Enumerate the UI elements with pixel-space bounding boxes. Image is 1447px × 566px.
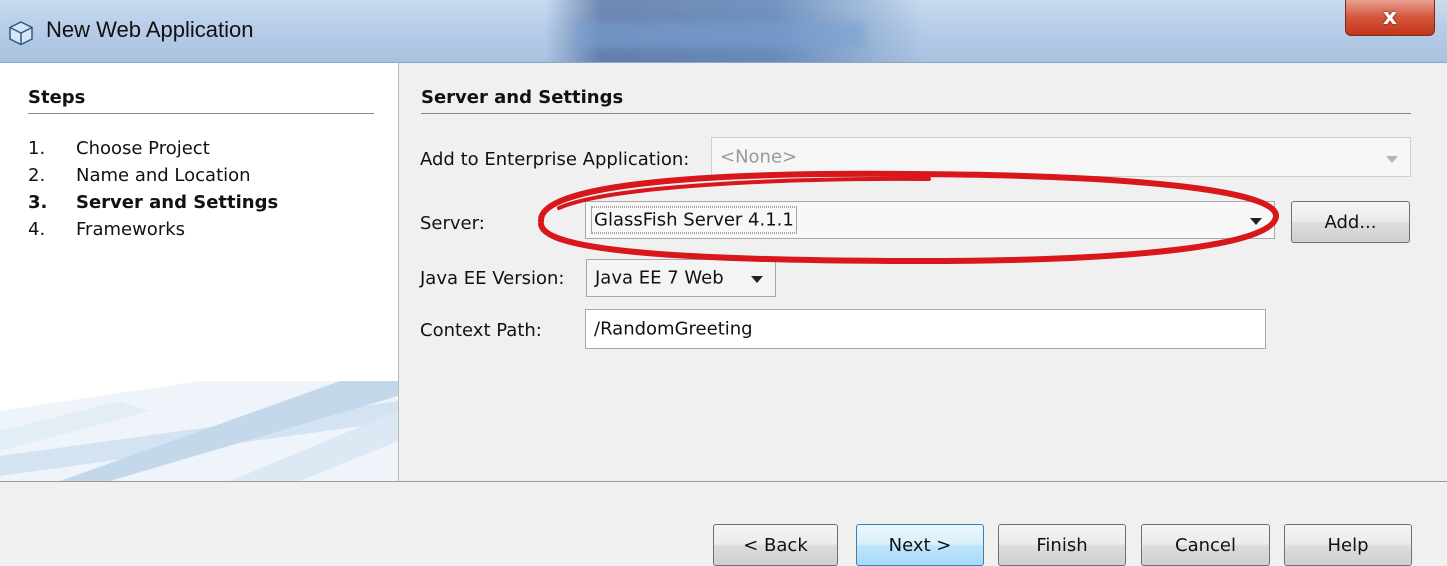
context-path-value: /RandomGreeting [594,318,753,340]
enterprise-application-select[interactable]: <None> [711,137,1411,177]
step-number: 1. [28,138,46,159]
step-number: 3. [28,192,48,213]
section-title: Server and Settings [421,87,624,108]
step-label: Name and Location [76,165,251,186]
main-panel: Server and Settings Add to Enterprise Ap… [399,63,1447,481]
section-divider [421,113,1411,114]
step-number: 2. [28,165,46,186]
steps-heading: Steps [28,87,86,108]
server-value: GlassFish Server 4.1.1 [591,206,797,234]
cancel-button[interactable]: Cancel [1141,524,1270,566]
wizard-decoration-graphic [0,381,398,481]
next-button[interactable]: Next > [856,524,984,566]
context-path-label: Context Path: [420,320,542,341]
close-button[interactable]: x [1345,0,1435,36]
close-icon: x [1382,5,1398,30]
step-label: Frameworks [76,219,186,240]
add-server-button[interactable]: Add... [1291,201,1410,243]
title-bar[interactable]: New Web Application x [0,0,1447,63]
chevron-down-icon [1250,218,1262,225]
enterprise-value: <None> [720,146,798,168]
enterprise-label: Add to Enterprise Application: [420,149,690,170]
javaee-version-select[interactable]: Java EE 7 Web [586,259,776,297]
finish-button[interactable]: Finish [998,524,1126,566]
context-path-input[interactable]: /RandomGreeting [585,309,1266,349]
back-button[interactable]: < Back [713,524,838,566]
help-button[interactable]: Help [1284,524,1412,566]
steps-divider [28,113,374,114]
footer: < Back Next > Finish Cancel Help [0,481,1447,566]
chevron-down-icon [751,276,763,283]
server-label: Server: [420,213,485,234]
step-label: Choose Project [76,138,210,159]
netbeans-cube-icon [9,21,33,46]
step-label: Server and Settings [76,192,279,213]
window-title: New Web Application [46,17,254,42]
step-number: 4. [28,219,46,240]
server-select[interactable]: GlassFish Server 4.1.1 [585,201,1275,239]
chevron-down-icon [1386,156,1398,163]
title-bar-background-highlight [575,22,865,48]
javaee-version-label: Java EE Version: [420,268,565,289]
steps-panel: Steps 1. Choose Project 2. Name and Loca… [0,63,399,481]
javaee-version-value: Java EE 7 Web [595,267,724,289]
